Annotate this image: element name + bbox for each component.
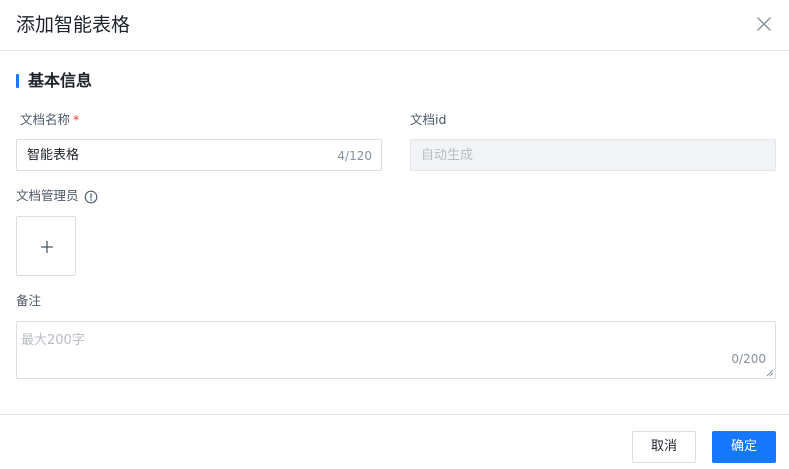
doc-admin-label: 文档管理员 <box>16 188 79 203</box>
section-title: 基本信息 <box>28 71 93 90</box>
remark-placeholder: 最大200字 <box>21 333 85 348</box>
doc-name-value: 智能表格 <box>27 148 80 163</box>
section-basic-info: 基本信息 <box>16 71 92 91</box>
remark-char-count: 0/200 <box>731 352 766 366</box>
confirm-button[interactable]: 确定 <box>712 431 776 463</box>
info-circle-icon[interactable] <box>84 189 98 204</box>
doc-name-label: 文档名称 * <box>20 112 79 128</box>
doc-name-char-count: 4/120 <box>337 149 372 163</box>
plus-icon <box>41 241 53 253</box>
resize-handle-icon[interactable] <box>766 369 774 377</box>
cancel-button[interactable]: 取消 <box>632 431 696 463</box>
dialog-header: 添加智能表格 <box>0 0 789 51</box>
remark-textarea[interactable]: 最大200字 0/200 <box>16 321 776 379</box>
required-mark: * <box>73 112 80 127</box>
doc-id-input: 自动生成 <box>410 139 776 171</box>
doc-name-input[interactable]: 智能表格 4/120 <box>16 139 382 171</box>
section-accent-bar <box>16 74 19 88</box>
doc-id-label: 文档id <box>410 112 447 127</box>
add-admin-button[interactable] <box>16 216 76 276</box>
close-icon[interactable] <box>754 14 774 34</box>
dialog-title: 添加智能表格 <box>16 14 131 36</box>
add-smart-sheet-dialog: 添加智能表格 基本信息 文档名称 * 智能表格 4/120 文档id 自动生成 文… <box>0 0 789 469</box>
doc-name-label-text: 文档名称 <box>20 112 71 127</box>
remark-label: 备注 <box>16 293 42 308</box>
doc-id-placeholder: 自动生成 <box>421 148 474 163</box>
dialog-footer: 取消 确定 <box>0 414 789 469</box>
